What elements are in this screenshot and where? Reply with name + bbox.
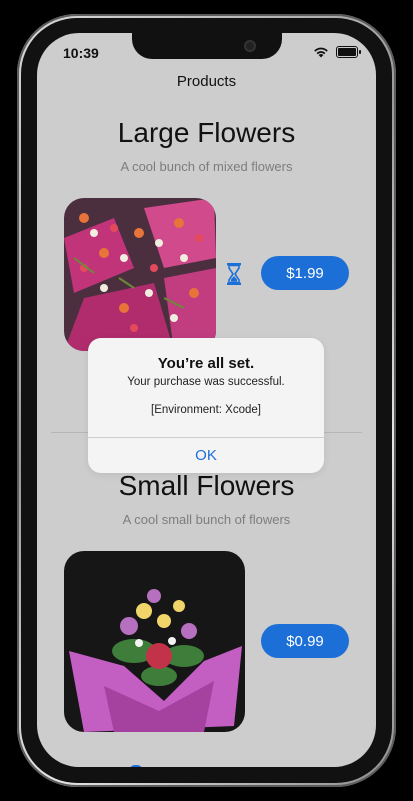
alert-message: Your purchase was successful.: [127, 376, 285, 388]
alert-environment: [Environment: Xcode]: [151, 404, 261, 416]
camera-icon: [244, 40, 256, 52]
scroll-indicator: [129, 765, 143, 767]
product-subtitle-small: A cool small bunch of flowers: [122, 512, 291, 527]
wifi-icon: [314, 47, 328, 58]
alert-title: You’re all set.: [157, 355, 255, 372]
page-title: Products: [176, 73, 237, 90]
large-flowers-image: [64, 198, 216, 351]
buy-large-flowers-button[interactable]: $1.99: [261, 256, 349, 290]
product-title-large: Large Flowers: [117, 117, 296, 148]
small-flowers-image: [64, 551, 245, 732]
status-time: 10:39: [63, 45, 99, 61]
purchase-alert: You’re all set. Your purchase was succes…: [88, 338, 324, 473]
buy-small-flowers-button[interactable]: $0.99: [261, 624, 349, 658]
product-title-small: Small Flowers: [118, 470, 295, 501]
battery-icon: [336, 46, 361, 58]
notch: [132, 33, 282, 59]
product-subtitle-large: A cool bunch of mixed flowers: [120, 159, 293, 174]
status-icons: [313, 46, 361, 58]
hourglass-icon: [227, 263, 241, 285]
ok-button[interactable]: OK: [88, 438, 324, 473]
app-screen: 10:39 Products Large Flowers A cool bunc…: [37, 33, 376, 767]
